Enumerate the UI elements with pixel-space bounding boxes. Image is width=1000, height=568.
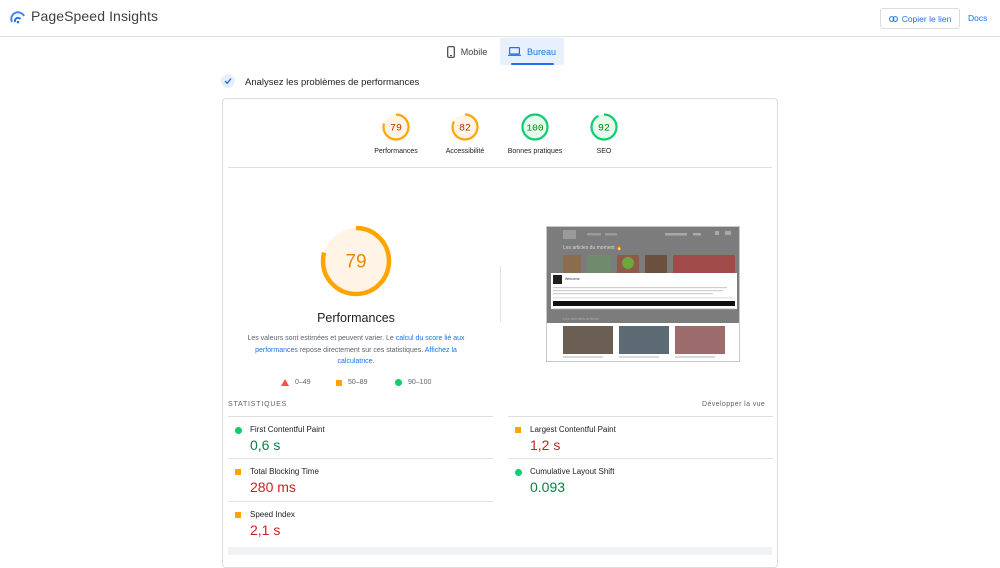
statistics-title: STATISTIQUES [228, 401, 288, 408]
gauge-accessibility[interactable]: 82 Accessibilité [427, 112, 503, 155]
pass-circle-icon [515, 469, 522, 476]
legend-fail: 0–49 [281, 379, 311, 386]
laptop-icon [507, 47, 521, 56]
checkmark-icon [224, 78, 232, 85]
expand-view-link[interactable]: Développer la vue [702, 401, 765, 408]
square-icon [336, 379, 342, 386]
pagespeed-logo-icon[interactable] [10, 10, 26, 24]
metric-name: Speed Index [250, 510, 295, 519]
tab-desktop[interactable]: Bureau [500, 38, 564, 65]
metric-name: Cumulative Layout Shift [530, 467, 615, 476]
gauge-best-practices-value: 100 [526, 123, 543, 134]
vertical-divider [500, 266, 501, 322]
performance-description: Les valeurs sont estimées et peuvent var… [240, 333, 472, 368]
metric-name: First Contentful Paint [250, 425, 325, 434]
legend-pass: 90–100 [395, 379, 431, 386]
gauge-best-practices-ring: 100 [521, 113, 549, 141]
analysis-section-title: Analysez les problèmes de performances [245, 77, 420, 88]
gauge-best-practices[interactable]: 100 Bonnes pratiques [497, 112, 573, 155]
performance-title: Performances [317, 311, 395, 325]
docs-link[interactable]: Docs [968, 13, 987, 23]
pass-circle-icon [235, 427, 242, 434]
copy-link-label: Copier le lien [901, 13, 952, 24]
desc-part-2: repose directement sur ces statistiques. [297, 346, 425, 354]
legend-average-label: 50–89 [348, 379, 368, 386]
metric-value: 280 ms [250, 479, 296, 495]
gauge-best-practices-label: Bonnes pratiques [507, 148, 563, 155]
lighthouse-analysis-icon [221, 74, 235, 88]
gauge-accessibility-ring: 82 [451, 113, 479, 141]
tab-mobile[interactable]: Mobile [437, 38, 497, 65]
gauge-seo-value: 92 [598, 124, 610, 135]
performance-main-score: 79 [345, 252, 366, 273]
gauge-performance[interactable]: 79 Performances [358, 112, 434, 155]
metric-largest-contentful-paint: Largest Contentful Paint 1,2 s [508, 416, 773, 458]
gauge-performance-ring: 79 [382, 113, 410, 141]
scores-divider [228, 167, 772, 168]
metric-cumulative-layout-shift: Cumulative Layout Shift 0.093 [508, 458, 773, 500]
metric-speed-index: Speed Index 2,1 s [228, 501, 493, 543]
tab-desktop-label: Bureau [526, 46, 557, 57]
gauge-seo[interactable]: 92 SEO [566, 112, 642, 155]
copy-link-button[interactable]: Copier le lien [880, 8, 960, 29]
metric-value: 1,2 s [530, 437, 561, 453]
metric-total-blocking-time: Total Blocking Time 280 ms [228, 458, 493, 500]
performance-main-gauge: 79 [320, 225, 392, 297]
screenshot-graphic: Les articles du moment 🔥 Welcome Les der… [547, 227, 739, 358]
gauge-accessibility-label: Accessibilité [445, 148, 485, 155]
desc-part-1: Les valeurs sont estimées et peuvent var… [247, 335, 396, 342]
desc-part-3: . [372, 358, 375, 365]
average-square-icon [235, 469, 241, 475]
gauge-performance-label: Performances [374, 148, 418, 155]
legend-pass-label: 90–100 [408, 379, 432, 386]
tab-active-indicator [511, 63, 554, 65]
gauge-seo-ring: 92 [590, 113, 618, 141]
gauge-seo-label: SEO [596, 148, 612, 155]
metric-name: Largest Contentful Paint [530, 425, 616, 434]
triangle-icon [281, 379, 289, 386]
app-header: PageSpeed Insights Copier le lien Docs [0, 0, 1000, 37]
average-square-icon [235, 512, 241, 518]
screenshot-section-title: Les derniers articles [563, 316, 599, 321]
gauge-performance-value: 79 [390, 124, 402, 135]
metric-name: Total Blocking Time [250, 467, 319, 476]
screenshot-modal-title: Welcome [565, 277, 580, 281]
tab-mobile-label: Mobile [460, 46, 488, 57]
metric-first-contentful-paint: First Contentful Paint 0,6 s [228, 416, 493, 458]
legend-fail-label: 0–49 [295, 379, 311, 386]
circle-icon [395, 379, 402, 386]
average-square-icon [515, 427, 521, 433]
page-screenshot-thumbnail: Les articles du moment 🔥 Welcome Les der… [546, 226, 740, 362]
metric-value: 2,1 s [250, 522, 281, 538]
gauge-accessibility-value: 82 [459, 124, 471, 135]
app-title[interactable]: PageSpeed Insights [31, 8, 158, 24]
smartphone-icon [446, 45, 455, 58]
metric-value: 0,6 s [250, 437, 281, 453]
metric-value: 0.093 [530, 479, 566, 495]
link-icon [888, 15, 898, 22]
screenshot-headline: Les articles du moment 🔥 [563, 244, 622, 251]
legend-average: 50–89 [336, 379, 367, 386]
